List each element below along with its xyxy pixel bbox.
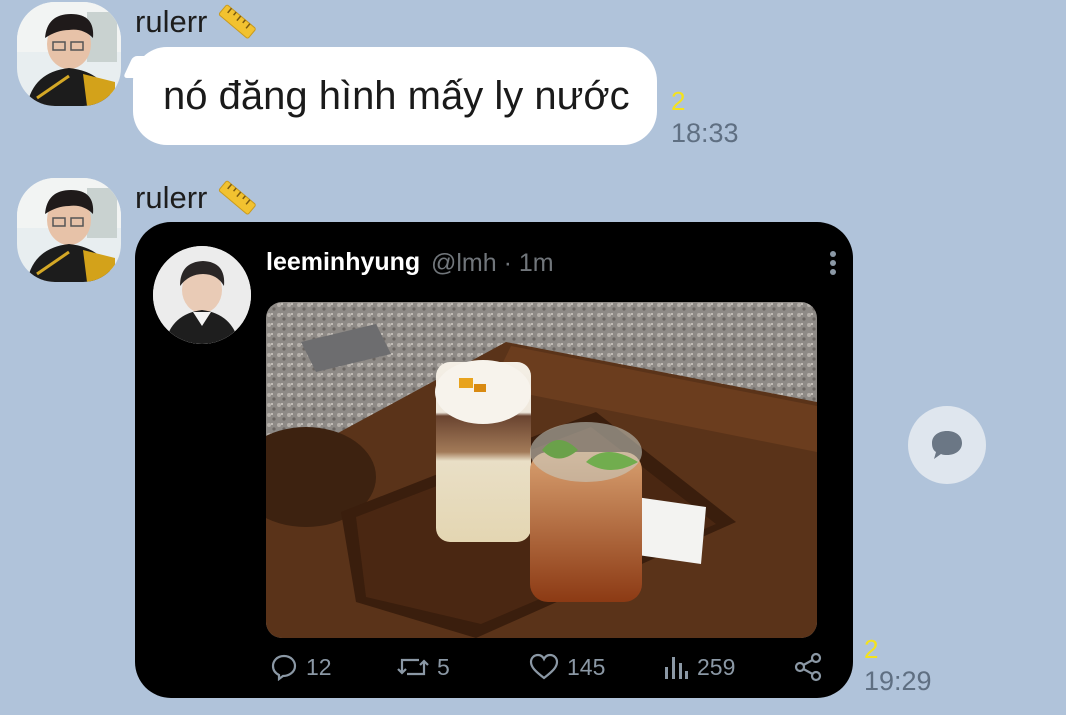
heart-icon [529,653,559,680]
views-action[interactable]: 259 [663,650,735,684]
avatar-photo [17,2,121,106]
comment-bubble-icon [932,431,962,459]
reply-action[interactable]: 12 [270,650,332,684]
reply-count: 12 [306,653,332,680]
reply-icon [271,654,297,681]
tweet-author-name[interactable]: leeminhyung [266,248,420,277]
drinks-photo [266,302,817,638]
sender-name-row: rulerr [135,2,257,42]
side-action-button[interactable] [908,406,986,484]
retweet-count: 5 [437,653,450,680]
retweet-icon [397,658,429,676]
unread-count: 2 [671,86,686,116]
message-text: nó đăng hình mấy ly nước [163,73,630,118]
sender-avatar[interactable] [17,178,121,282]
share-icon [794,652,822,682]
ruler-icon [219,180,257,215]
sender-name: rulerr [135,4,208,39]
views-count: 259 [697,653,736,680]
sender-avatar[interactable] [17,2,121,106]
share-action[interactable] [793,650,823,684]
more-vertical-icon[interactable] [829,250,837,276]
sender-name: rulerr [135,180,208,215]
sender-name-row: rulerr [135,178,257,218]
message-time: 18:33 [671,118,739,148]
tweet-card[interactable]: leeminhyung @lmh · 1m 12 5 145 259 [135,222,853,698]
avatar-photo [17,178,121,282]
views-icon [665,657,688,679]
unread-count: 2 [864,634,879,664]
tweet-avatar-photo [153,246,251,344]
retweet-action[interactable]: 5 [397,650,450,684]
message-bubble[interactable]: nó đăng hình mấy ly nước [133,47,657,145]
like-action[interactable]: 145 [529,650,605,684]
tweet-author-avatar[interactable] [153,246,251,344]
like-count: 145 [567,653,606,680]
tweet-photo[interactable] [266,302,817,638]
message-time: 19:29 [864,666,932,696]
ruler-icon [219,4,257,39]
tweet-author-handle: @lmh · 1m [431,249,554,277]
